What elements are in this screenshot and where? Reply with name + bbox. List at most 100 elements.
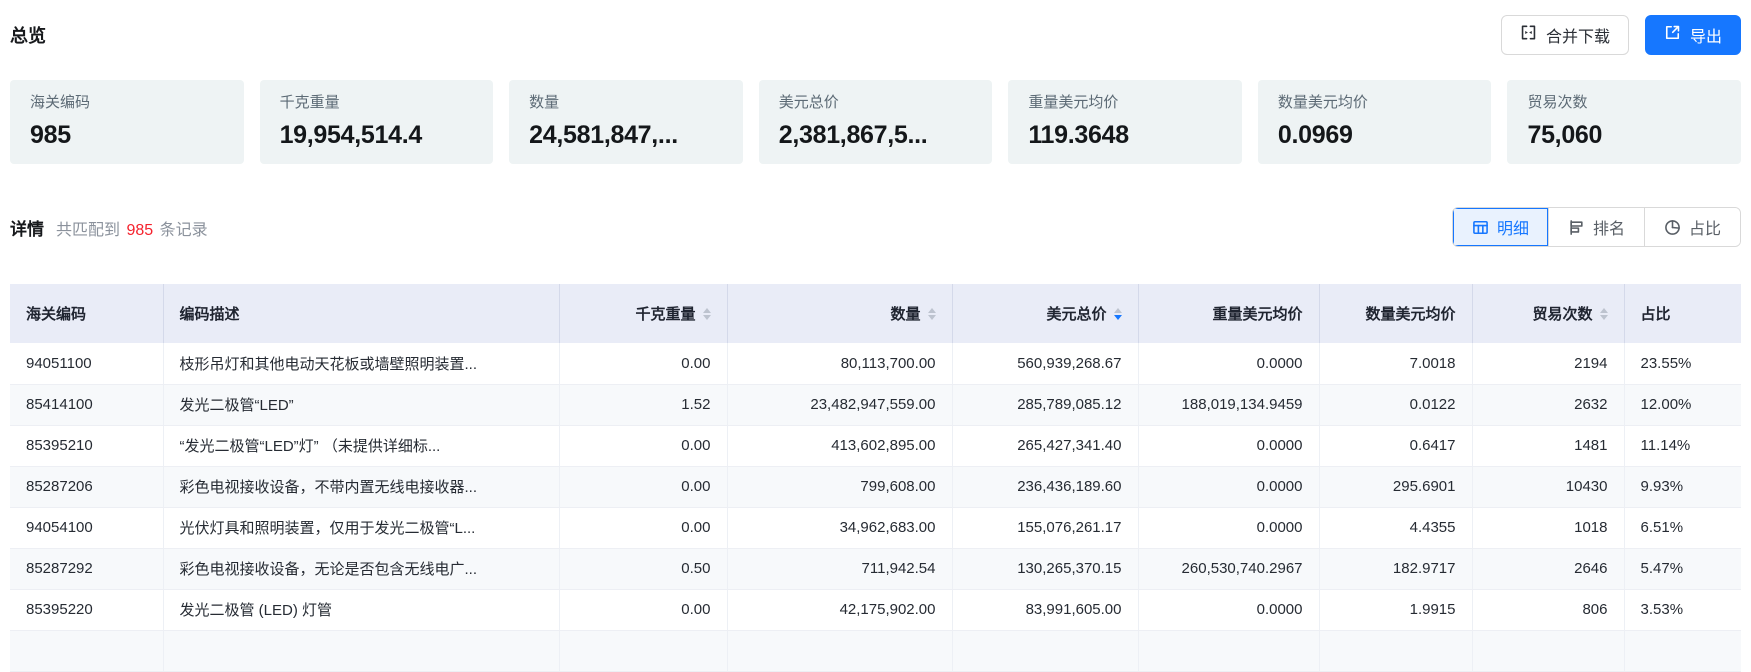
summary-cards: 海关编码985千克重量19,954,514.4数量24,581,847,...美…	[10, 80, 1741, 164]
cell-share: 9.93%	[1624, 466, 1741, 507]
cell-code: 94051100	[10, 343, 163, 384]
cell-usd_per_kg: 0.0000	[1138, 343, 1319, 384]
cell-code: 85287206	[10, 466, 163, 507]
cell-usd_per_qty: 0.6417	[1319, 425, 1472, 466]
cell-empty	[559, 630, 727, 671]
cell-usd_per_kg: 188,019,134.9459	[1138, 384, 1319, 425]
detail-heading: 详情 共匹配到 985 条记录	[10, 215, 208, 240]
cell-trades: 2646	[1472, 548, 1624, 589]
card-label: 海关编码	[30, 95, 224, 110]
card-value: 2,381,867,5...	[779, 122, 973, 150]
view-tabs: 明细排名占比	[1452, 207, 1741, 247]
cell-empty	[952, 630, 1138, 671]
cell-usd_per_qty: 4.4355	[1319, 507, 1472, 548]
table-header-row: 海关编码编码描述千克重量数量美元总价重量美元均价数量美元均价贸易次数占比	[10, 284, 1741, 343]
summary-card: 千克重量 19,954,514.4	[260, 80, 494, 164]
table-row-partial	[10, 630, 1741, 671]
cell-trades: 806	[1472, 589, 1624, 630]
summary-card: 数量24,581,847,...	[509, 80, 743, 164]
export-button[interactable]: 导出	[1645, 15, 1741, 55]
card-label: 千克重量	[280, 95, 474, 110]
card-value: 119.3648	[1028, 122, 1222, 150]
summary-card: 贸易次数75,060	[1507, 80, 1741, 164]
topbar: 总览 合并下载 导出	[10, 0, 1741, 56]
table-row: 85395210“发光二极管“LED”灯” （未提供详细标...0.00413,…	[10, 425, 1741, 466]
column-header-code: 海关编码	[10, 284, 163, 343]
tab-ranking[interactable]: 排名	[1548, 208, 1644, 246]
column-label: 海关编码	[26, 303, 86, 324]
cell-trades: 1481	[1472, 425, 1624, 466]
cell-desc: 彩色电视接收设备，不带内置无线电接收器...	[163, 466, 559, 507]
summary-card: 美元总价 2,381,867,5...	[759, 80, 993, 164]
table-row: 85287292彩色电视接收设备，无论是否包含无线电广...0.50711,94…	[10, 548, 1741, 589]
column-label: 美元总价	[1046, 303, 1106, 324]
column-header-usd[interactable]: 美元总价	[952, 284, 1138, 343]
cell-usd_per_kg: 0.0000	[1138, 425, 1319, 466]
cell-share: 23.55%	[1624, 343, 1741, 384]
details-table: 海关编码编码描述千克重量数量美元总价重量美元均价数量美元均价贸易次数占比 940…	[10, 284, 1741, 672]
cell-empty	[1138, 630, 1319, 671]
cell-usd_per_qty: 1.9915	[1319, 589, 1472, 630]
cell-desc: 枝形吊灯和其他电动天花板或墙壁照明装置...	[163, 343, 559, 384]
card-label: 贸易次数	[1527, 95, 1721, 110]
export-icon	[1664, 24, 1681, 46]
card-value: 0.0969	[1278, 122, 1472, 150]
cell-code: 85287292	[10, 548, 163, 589]
column-header-kg[interactable]: 千克重量	[559, 284, 727, 343]
cell-qty: 413,602,895.00	[727, 425, 952, 466]
cell-usd: 155,076,261.17	[952, 507, 1138, 548]
cell-kg: 0.00	[559, 466, 727, 507]
summary-card: 海关编码 985	[10, 80, 244, 164]
cell-code: 85395210	[10, 425, 163, 466]
cell-desc: 光伏灯具和照明装置，仅用于发光二极管“L...	[163, 507, 559, 548]
cell-usd_per_kg: 0.0000	[1138, 589, 1319, 630]
detail-title: 详情	[10, 215, 44, 240]
cell-qty: 23,482,947,559.00	[727, 384, 952, 425]
column-label: 重量美元均价	[1212, 303, 1302, 324]
sort-icon	[1600, 308, 1608, 320]
cell-usd_per_qty: 7.0018	[1319, 343, 1472, 384]
cell-desc: 发光二极管“LED”	[163, 384, 559, 425]
column-label: 贸易次数	[1532, 303, 1592, 324]
cell-desc: 发光二极管 (LED) 灯管	[163, 589, 559, 630]
cell-usd_per_qty: 295.6901	[1319, 466, 1472, 507]
table-row: 85395220发光二极管 (LED) 灯管0.0042,175,902.008…	[10, 589, 1741, 630]
cell-empty	[1472, 630, 1624, 671]
cell-qty: 80,113,700.00	[727, 343, 952, 384]
merge-download-button[interactable]: 合并下载	[1501, 15, 1629, 55]
cell-empty	[163, 630, 559, 671]
cell-code: 85395220	[10, 589, 163, 630]
sort-icon	[928, 308, 936, 320]
table-row: 85414100发光二极管“LED”1.5223,482,947,559.002…	[10, 384, 1741, 425]
cell-kg: 1.52	[559, 384, 727, 425]
page-title: 总览	[10, 22, 46, 48]
column-header-qty[interactable]: 数量	[727, 284, 952, 343]
column-label: 数量美元均价	[1365, 303, 1455, 324]
cell-kg: 0.50	[559, 548, 727, 589]
sort-icon	[1114, 308, 1122, 320]
toolbar-actions: 合并下载 导出	[1501, 15, 1741, 55]
tab-details[interactable]: 明细	[1453, 208, 1548, 246]
column-header-desc: 编码描述	[163, 284, 559, 343]
cell-desc: 彩色电视接收设备，无论是否包含无线电广...	[163, 548, 559, 589]
cell-qty: 711,942.54	[727, 548, 952, 589]
card-value: 985	[30, 122, 224, 150]
cell-kg: 0.00	[559, 507, 727, 548]
cell-qty: 42,175,902.00	[727, 589, 952, 630]
column-label: 数量	[890, 303, 920, 324]
cell-usd_per_kg: 0.0000	[1138, 507, 1319, 548]
column-header-trades[interactable]: 贸易次数	[1472, 284, 1624, 343]
card-value: 19,954,514.4	[280, 122, 474, 150]
pie-icon	[1664, 219, 1681, 236]
cell-usd_per_kg: 260,530,740.2967	[1138, 548, 1319, 589]
card-label: 美元总价	[779, 95, 973, 110]
cell-empty	[727, 630, 952, 671]
cell-empty	[1319, 630, 1472, 671]
tab-proportion[interactable]: 占比	[1644, 208, 1740, 246]
column-header-usd_per_qty: 数量美元均价	[1319, 284, 1472, 343]
cell-kg: 0.00	[559, 343, 727, 384]
match-text: 共匹配到 985 条记录	[56, 216, 208, 240]
table-row: 85287206彩色电视接收设备，不带内置无线电接收器...0.00799,60…	[10, 466, 1741, 507]
cell-share: 3.53%	[1624, 589, 1741, 630]
cell-share: 5.47%	[1624, 548, 1741, 589]
